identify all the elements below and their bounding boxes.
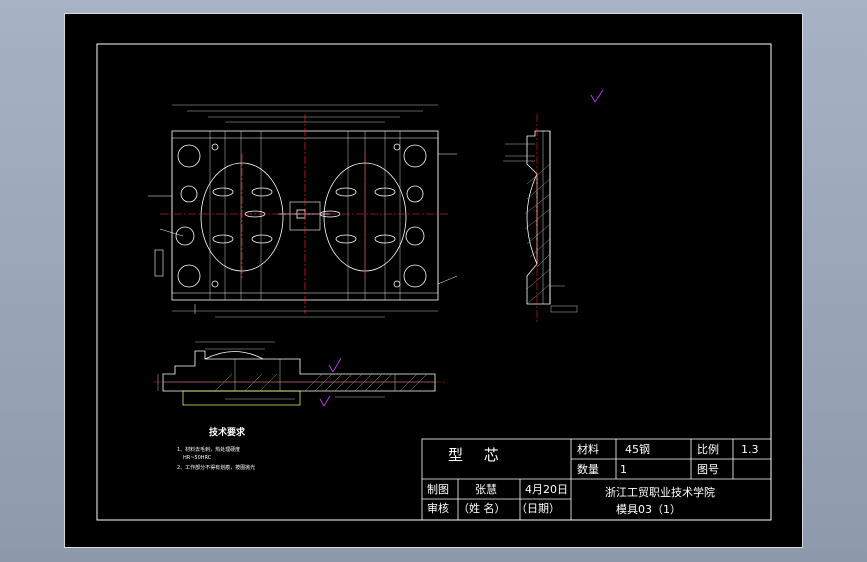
- drawn-label: 制图: [427, 483, 449, 496]
- scale-label: 比例: [697, 443, 719, 456]
- drawn-date: 4月20日: [525, 483, 568, 496]
- front-dimensions: [157, 341, 385, 400]
- scale-value: 1.3: [741, 443, 759, 456]
- plan-centerlines: [160, 114, 450, 314]
- class-name: 模具03（1）: [616, 503, 681, 516]
- drawing-no-label: 图号: [697, 463, 719, 476]
- tech-req-line-2: HR~50HRC: [183, 455, 212, 461]
- part-name: 型 芯: [448, 446, 507, 464]
- school-name: 浙江工贸职业技术学院: [605, 486, 715, 499]
- tech-req-line-3: 2、工作部分不得有划痕，按图抛光: [177, 465, 256, 471]
- material-label: 材料: [577, 443, 599, 456]
- date-placeholder: （日期）: [516, 502, 560, 515]
- checked-label: 审核: [427, 502, 449, 515]
- front-section-hatch: [214, 373, 428, 392]
- side-dimensions: [503, 143, 578, 313]
- front-section-view: [162, 350, 436, 406]
- quantity-value: 1: [620, 463, 627, 476]
- quantity-label: 数量: [577, 463, 599, 476]
- plan-view: [148, 104, 458, 318]
- name-placeholder: （姓 名）: [458, 502, 506, 515]
- drawing-sheet: 技术要求 1、材料去毛刺，热处理硬度 HR~50HRC 2、工作部分不得有划痕，…: [64, 13, 803, 548]
- tech-req-line-1: 1、材料去毛刺，热处理硬度: [177, 447, 241, 453]
- side-section-view: [526, 130, 551, 305]
- cad-drawing: [96, 43, 772, 521]
- drawn-name: 张慧: [475, 483, 497, 496]
- roughness-symbol: [590, 89, 604, 103]
- tech-req-title: 技术要求: [209, 428, 246, 438]
- side-section-hatch: [524, 163, 551, 305]
- material-value: 45钢: [625, 443, 650, 456]
